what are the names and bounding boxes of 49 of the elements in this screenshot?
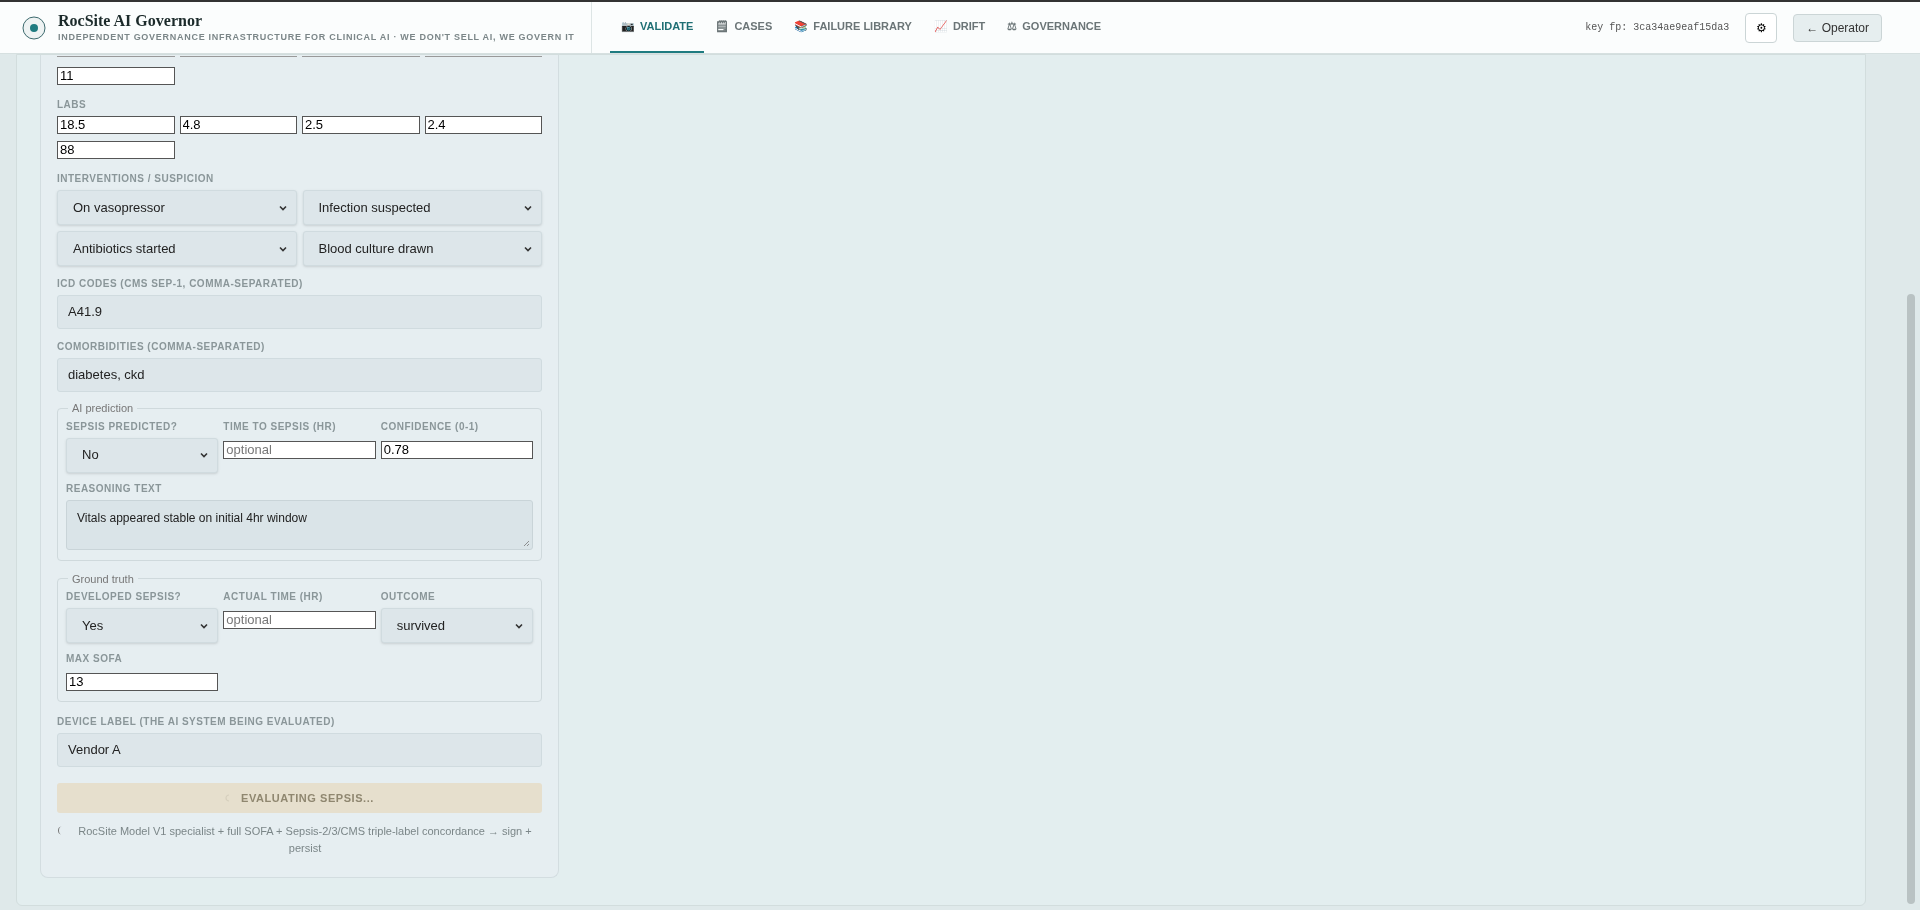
- input-field[interactable]: 4.8: [179, 116, 297, 134]
- field-label: ACTUAL TIME (HR): [223, 590, 324, 604]
- field-label: DEVELOPED SEPSIS?: [66, 590, 183, 604]
- dropdown[interactable]: On vasopressor: [57, 190, 297, 225]
- dropdown[interactable]: Blood culture drawn: [302, 231, 542, 266]
- input-field[interactable]: 11: [57, 66, 175, 85]
- input-field[interactable]: 13: [66, 673, 219, 691]
- field-label: REASONING TEXT: [66, 481, 163, 496]
- app-title: RocSite AI Governor: [58, 10, 203, 31]
- app-subtitle: INDEPENDENT GOVERNANCE INFRASTRUCTURE FOR CLINICAL AI · WE DON'T SELL AI, WE GOVERN IT: [58, 30, 575, 44]
- field-label: CONFIDENCE (0-1): [380, 419, 480, 434]
- field-label: COMORBIDITIES (COMMA-SEPARATED): [57, 340, 266, 354]
- input-field[interactable]: 2.5: [302, 116, 420, 134]
- nav-tab[interactable]: 📚 FAILURE LIBRARY: [783, 2, 923, 53]
- field-label: MAX SOFA: [66, 652, 124, 666]
- resize-handle-icon: [523, 539, 530, 547]
- field-label: LABS: [57, 98, 88, 112]
- operator-button[interactable]: ← Operator: [1793, 13, 1882, 42]
- footnote-text: RocSite Model V1 specialist + full SOFA + Sepsis-2/3/CMS triple-label concordance → sign + persist: [77, 824, 533, 856]
- dropdown[interactable]: Antibiotics started: [57, 231, 297, 266]
- nav-tab[interactable]: ⚖ GOVERNANCE: [996, 2, 1113, 53]
- fieldset-legend: Ground truth: [68, 570, 138, 587]
- field-label: OUTCOME: [380, 590, 437, 604]
- logo-icon: [22, 15, 46, 40]
- input-field[interactable]: 18.5: [57, 116, 175, 134]
- fieldset-legend: AI prediction: [68, 400, 138, 417]
- field-label: DEVICE LABEL (THE AI SYSTEM BEING EVALUATED): [57, 715, 336, 729]
- input-field[interactable]: optional: [223, 611, 376, 629]
- field-label: ICD CODES (CMS SEP-1, COMMA-SEPARATED): [57, 277, 304, 291]
- settings-button[interactable]: ⚙: [1745, 12, 1778, 43]
- text-field[interactable]: Vendor A: [57, 733, 542, 767]
- text-field[interactable]: diabetes, ckd: [57, 358, 542, 392]
- input-field[interactable]: 88: [57, 141, 175, 159]
- dropdown[interactable]: No: [66, 437, 219, 473]
- field-label: SEPSIS PREDICTED?: [66, 419, 179, 434]
- chevron-icon: [199, 450, 210, 460]
- input-field[interactable]: optional: [223, 440, 376, 459]
- nav-tab[interactable]: 🗒 CASES: [704, 2, 784, 53]
- dropdown[interactable]: Yes: [66, 608, 219, 643]
- input-field[interactable]: 2.4: [424, 116, 542, 134]
- field-label: INTERVENTIONS / SUSPICION: [57, 172, 215, 186]
- text-field[interactable]: A41.9: [57, 295, 542, 329]
- dropdown[interactable]: Infection suspected: [302, 190, 542, 225]
- field-label: TIME TO SEPSIS (HR): [223, 419, 337, 434]
- dropdown[interactable]: survived: [380, 608, 533, 643]
- key-fingerprint: key fp: 3ca34ae9eaf15da3: [1585, 21, 1730, 35]
- textarea-field[interactable]: Vitals appeared stable on initial 4hr window: [66, 499, 533, 550]
- nav-tab[interactable]: 📈 DRIFT: [922, 2, 997, 53]
- input-field[interactable]: 0.78: [380, 440, 533, 459]
